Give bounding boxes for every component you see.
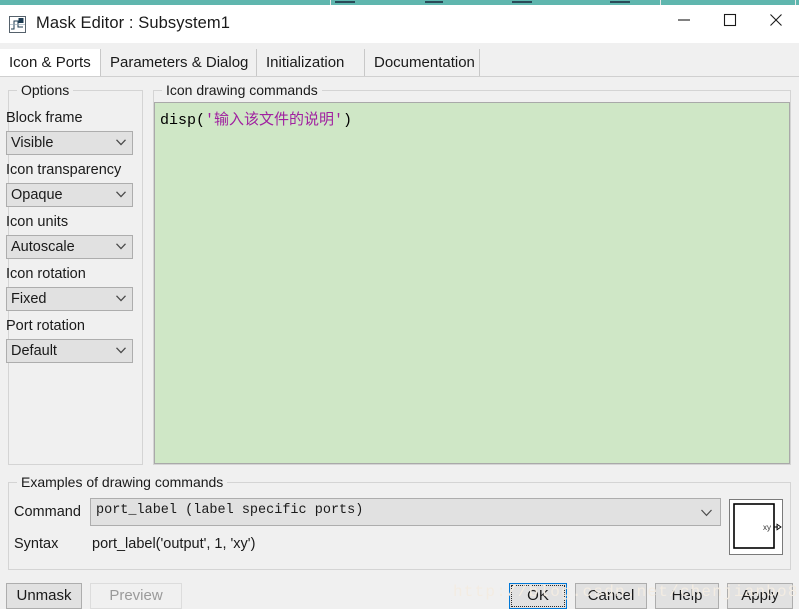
code-token-string: '输入该文件的说明' — [205, 112, 344, 129]
chevron-down-icon — [116, 243, 126, 250]
icon-units-value: Autoscale — [11, 239, 75, 255]
icon-drawing-commands-title: Icon drawing commands — [162, 82, 322, 98]
icon-transparency-value: Opaque — [11, 187, 63, 203]
syntax-value: port_label('output', 1, 'xy') — [92, 536, 256, 552]
port-rotation-dropdown[interactable]: Default — [6, 339, 133, 363]
title-bar[interactable]: Mask Editor : Subsystem1 — [0, 5, 799, 43]
preview-button: Preview — [90, 583, 182, 609]
apply-button[interactable]: Apply — [727, 583, 793, 609]
cancel-button[interactable]: Cancel — [575, 583, 647, 609]
tab-documentation[interactable]: Documentation — [365, 49, 480, 76]
label-port-rotation: Port rotation — [6, 318, 85, 334]
tab-icon-and-ports[interactable]: Icon & Ports — [0, 49, 101, 76]
label-icon-rotation: Icon rotation — [6, 266, 86, 282]
mask-editor-window: Mask Editor : Subsystem1 Icon & Ports Pa… — [0, 5, 799, 609]
tab-initialization[interactable]: Initialization — [257, 49, 365, 76]
tab-parameters-and-dialog[interactable]: Parameters & Dialog — [101, 49, 257, 76]
icon-rotation-value: Fixed — [11, 291, 47, 307]
icon-transparency-dropdown[interactable]: Opaque — [6, 183, 133, 207]
help-button[interactable]: Help — [655, 583, 719, 609]
unmask-button[interactable]: Unmask — [6, 583, 82, 609]
tab-underline — [0, 76, 799, 77]
code-line: disp('输入该文件的说明') — [160, 111, 789, 131]
minimize-icon[interactable] — [661, 5, 707, 35]
examples-group-title: Examples of drawing commands — [17, 474, 228, 490]
icon-drawing-commands-editor[interactable]: disp('输入该文件的说明') — [154, 102, 790, 464]
window-title: Mask Editor : Subsystem1 — [36, 14, 231, 32]
chevron-down-icon — [701, 509, 712, 517]
maximize-icon[interactable] — [707, 5, 753, 35]
label-icon-units: Icon units — [6, 214, 69, 230]
ok-button[interactable]: OK — [509, 583, 567, 609]
tab-bar: Icon & Ports Parameters & Dialog Initial… — [0, 49, 799, 77]
code-token-call: disp( — [160, 112, 206, 129]
command-dropdown[interactable]: port_label (label specific ports) — [90, 498, 721, 526]
examples-group: Examples of drawing commands — [8, 474, 791, 570]
label-command: Command — [14, 504, 81, 520]
label-block-frame: Block frame — [6, 110, 83, 126]
svg-text:xy: xy — [763, 523, 771, 532]
label-icon-transparency: Icon transparency — [6, 162, 122, 178]
chevron-down-icon — [116, 139, 126, 146]
close-icon[interactable] — [753, 5, 799, 35]
block-frame-dropdown[interactable]: Visible — [6, 131, 133, 155]
icon-units-dropdown[interactable]: Autoscale — [6, 235, 133, 259]
command-value: port_label (label specific ports) — [96, 503, 364, 518]
port-rotation-value: Default — [11, 343, 57, 359]
chevron-down-icon — [116, 191, 126, 198]
ok-button-label: OK — [527, 587, 549, 604]
block-preview: xy — [729, 499, 783, 555]
chevron-down-icon — [116, 347, 126, 354]
label-syntax: Syntax — [14, 536, 59, 552]
simulink-mask-icon — [9, 16, 26, 33]
options-group-title: Options — [17, 82, 74, 98]
code-token-close: ) — [343, 112, 353, 129]
block-frame-value: Visible — [11, 135, 54, 151]
chevron-down-icon — [116, 295, 126, 302]
icon-rotation-dropdown[interactable]: Fixed — [6, 287, 133, 311]
